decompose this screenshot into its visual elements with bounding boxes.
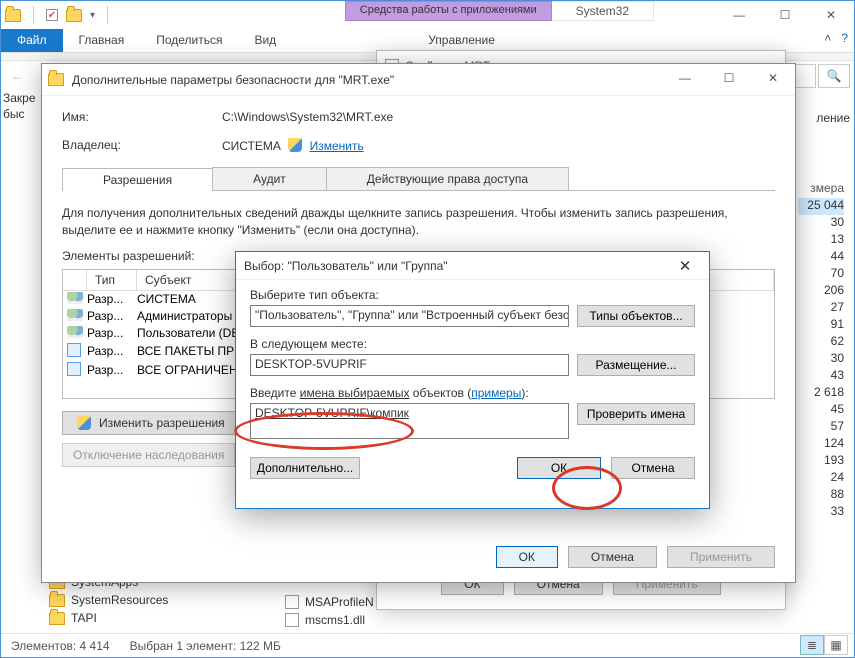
- titlebar: ✔ ▾ Средства работы с приложениями Syste…: [1, 1, 854, 29]
- size-cell: 88: [798, 487, 844, 504]
- status-count: Элементов: 4 414: [11, 639, 110, 653]
- view-details-button[interactable]: ≣: [800, 635, 824, 655]
- change-permissions-button[interactable]: Изменить разрешения: [62, 411, 236, 435]
- change-owner-link[interactable]: Изменить: [310, 139, 364, 153]
- size-cell: 62: [798, 334, 844, 351]
- location-field[interactable]: DESKTOP-5VUPRIF: [250, 354, 569, 376]
- ribbon-expand-icon[interactable]: ˄: [824, 31, 831, 45]
- list-item[interactable]: mscms1.dll: [285, 611, 374, 629]
- locations-button[interactable]: Размещение...: [577, 354, 695, 376]
- maximize-button[interactable]: ☐: [762, 1, 808, 29]
- minimize-button[interactable]: —: [716, 1, 762, 29]
- size-cell: 2 618: [798, 385, 844, 402]
- size-cell: 30: [798, 215, 844, 232]
- nav-pane-clip: Закре быс: [3, 91, 36, 122]
- object-type-field[interactable]: "Пользователь", "Группа" или "Встроенный…: [250, 305, 569, 327]
- folder-icon: [48, 73, 64, 86]
- size-cell: 25 044: [798, 198, 844, 215]
- qat-checkbox[interactable]: ✔: [46, 9, 58, 21]
- column-header-size[interactable]: змера: [798, 181, 844, 198]
- size-cell: 57: [798, 419, 844, 436]
- size-cell: 24: [798, 470, 844, 487]
- size-cell: 91: [798, 317, 844, 334]
- ribbon-tab-file[interactable]: Файл: [1, 29, 63, 52]
- check-names-button[interactable]: Проверить имена: [577, 403, 695, 425]
- minimize-button[interactable]: —: [663, 64, 707, 92]
- search-input[interactable]: 🔍: [818, 64, 850, 88]
- select-user-group-dialog: Выбор: "Пользователь" или "Группа" ✕ Выб…: [235, 251, 710, 509]
- advanced-button[interactable]: Дополнительно...: [250, 457, 360, 479]
- close-button[interactable]: ✕: [808, 1, 854, 29]
- ok-button[interactable]: ОК: [517, 457, 601, 479]
- shield-icon: [288, 138, 302, 152]
- folder-icon: [5, 9, 21, 22]
- shield-icon: [77, 416, 91, 430]
- select-dialog-title: Выбор: "Пользователь" или "Группа": [236, 252, 709, 280]
- size-cell: 13: [798, 232, 844, 249]
- size-cell: 30: [798, 351, 844, 368]
- size-column: змера 25 044 30 13 44 70 206 27 91 62 30…: [798, 181, 844, 521]
- name-value: C:\Windows\System32\MRT.exe: [222, 110, 393, 124]
- tab-audit[interactable]: Аудит: [212, 167, 327, 190]
- view-icons-button[interactable]: ▦: [824, 635, 848, 655]
- size-cell: 27: [798, 300, 844, 317]
- cancel-button[interactable]: Отмена: [611, 457, 695, 479]
- object-names-input[interactable]: DESKTOP-5VUPRIF\компик: [250, 403, 569, 439]
- help-icon[interactable]: ?: [841, 31, 848, 45]
- advsec-title: Дополнительные параметры безопасности дл…: [42, 64, 795, 96]
- col-type[interactable]: Тип: [87, 270, 137, 290]
- location-label: В следующем месте:: [250, 337, 695, 351]
- size-cell: 193: [798, 453, 844, 470]
- statusbar: Элементов: 4 414 Выбран 1 элемент: 122 М…: [1, 633, 854, 657]
- close-button[interactable]: ✕: [751, 64, 795, 92]
- package-icon: [67, 343, 81, 357]
- size-cell: 43: [798, 368, 844, 385]
- users-icon: [67, 326, 83, 338]
- ribbon-tab-home[interactable]: Главная: [63, 29, 141, 52]
- advsec-cancel-button[interactable]: Отмена: [568, 546, 657, 568]
- users-icon: [67, 292, 83, 304]
- folder-icon: [49, 594, 65, 607]
- ribbon-tab-share[interactable]: Поделиться: [140, 29, 238, 52]
- path-label: System32: [552, 1, 654, 21]
- folder-icon: [49, 612, 65, 625]
- size-cell: 44: [798, 249, 844, 266]
- file-icon: [285, 595, 299, 609]
- object-types-button[interactable]: Типы объектов...: [577, 305, 695, 327]
- advsec-apply-button[interactable]: Применить: [667, 546, 775, 568]
- enter-names-label: Введите имена выбираемых объектов (приме…: [250, 386, 695, 400]
- nav-pane-right-clip: ление: [816, 111, 850, 125]
- chevron-down-icon[interactable]: ▾: [90, 10, 95, 21]
- tree-item[interactable]: TAPI: [49, 609, 168, 627]
- hint-text: Для получения дополнительных сведений дв…: [62, 205, 775, 239]
- tree-item[interactable]: SystemResources: [49, 591, 168, 609]
- folder-icon: [66, 9, 82, 22]
- tab-permissions[interactable]: Разрешения: [62, 168, 213, 191]
- advsec-ok-button[interactable]: ОК: [496, 546, 558, 568]
- close-button[interactable]: ✕: [665, 254, 705, 278]
- status-selected: Выбран 1 элемент: 122 МБ: [130, 639, 281, 653]
- size-cell: 124: [798, 436, 844, 453]
- object-type-label: Выберите тип объекта:: [250, 288, 695, 302]
- examples-link[interactable]: примеры: [471, 386, 521, 400]
- owner-value: СИСТЕМА: [222, 139, 281, 153]
- ribbon-tab-view[interactable]: Вид: [238, 29, 292, 52]
- size-cell: 206: [798, 283, 844, 300]
- ribbon-tab-manage[interactable]: Управление: [412, 29, 511, 52]
- name-label: Имя:: [62, 110, 222, 124]
- maximize-button[interactable]: ☐: [707, 64, 751, 92]
- context-tab-apptools[interactable]: Средства работы с приложениями: [345, 1, 552, 21]
- disable-inheritance-button[interactable]: Отключение наследования: [62, 443, 235, 467]
- size-cell: 33: [798, 504, 844, 521]
- users-icon: [67, 309, 83, 321]
- package-icon: [67, 362, 81, 376]
- file-icon: [285, 613, 299, 627]
- file-list: MSAProfileN mscms1.dll: [285, 593, 374, 629]
- size-cell: 70: [798, 266, 844, 283]
- owner-label: Владелец:: [62, 138, 222, 153]
- size-cell: 45: [798, 402, 844, 419]
- list-item[interactable]: MSAProfileN: [285, 593, 374, 611]
- nav-back-button[interactable]: ←: [5, 64, 29, 88]
- tab-effective[interactable]: Действующие права доступа: [326, 167, 569, 190]
